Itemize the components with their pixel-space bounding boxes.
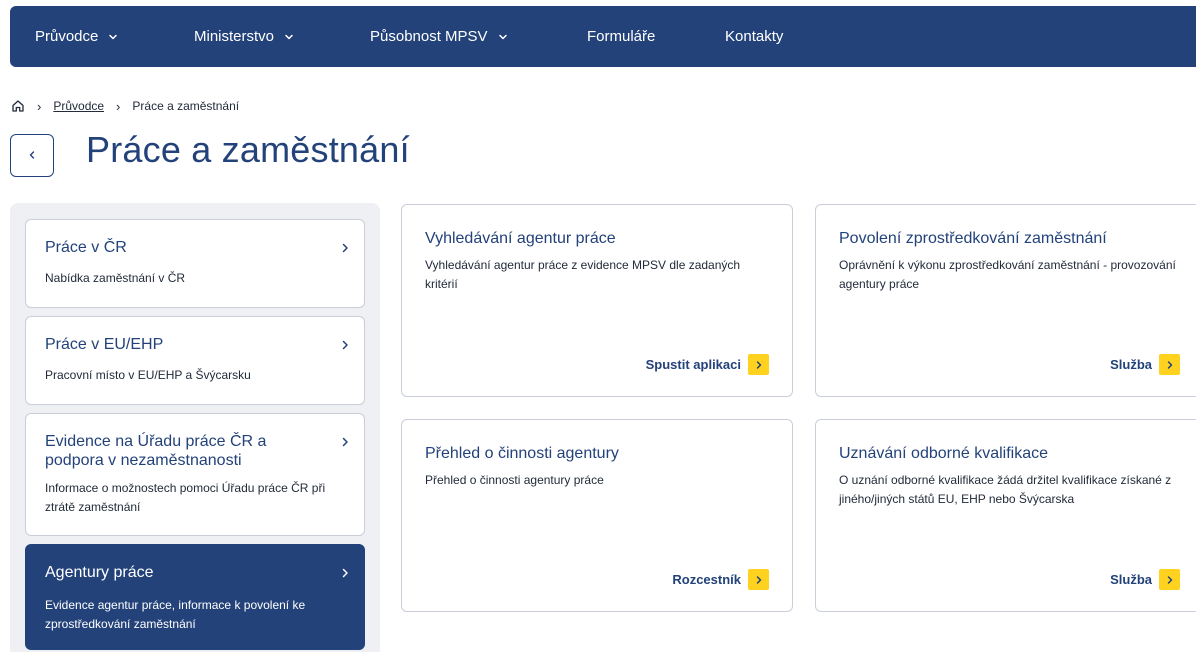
chevron-right-icon: [340, 566, 350, 578]
card-title: Uznávání odborné kvalifikace: [839, 445, 1049, 462]
sidebar-item-title: Evidence na Úřadu práce ČR a podpora v n…: [45, 433, 267, 469]
sidebar-item-description: Evidence agentur práce, informace k povo…: [45, 598, 306, 631]
card-action-link[interactable]: Služba: [1110, 354, 1180, 375]
nav-item-formulare[interactable]: Formuláře: [587, 6, 655, 67]
card-action-label: Služba: [1110, 572, 1152, 587]
chevron-right-icon: [748, 569, 769, 590]
card-prehled-o-cinnosti-agentury: Přehled o činnosti agentury Přehled o či…: [401, 419, 793, 612]
card-description: O uznání odborné kvalifikace žádá držite…: [839, 473, 1172, 506]
sidebar-item-title: Práce v ČR: [45, 239, 127, 256]
chevron-right-icon: [1159, 354, 1180, 375]
nav-item-label: Ministerstvo: [194, 28, 275, 45]
chevron-right-icon: [340, 241, 350, 253]
page-title: Práce a zaměstnání: [86, 129, 410, 170]
chevron-down-icon: [283, 31, 295, 43]
nav-item-label: Působnost MPSV: [370, 28, 488, 45]
sidebar-item-description: Pracovní místo v EU/EHP a Švýcarsku: [45, 368, 251, 382]
card-uznavani-odborne-kvalifikace: Uznávání odborné kvalifikace O uznání od…: [815, 419, 1196, 612]
breadcrumb-separator: ›: [116, 98, 121, 114]
sidebar-item-description: Informace o možnostech pomoci Úřadu prác…: [45, 481, 326, 514]
sidebar-panel: Práce v ČR Nabídka zaměstnání v ČR Práce…: [10, 203, 380, 652]
card-description: Oprávnění k výkonu zprostředkování zaměs…: [839, 258, 1176, 291]
nav-item-pusobnost-mpsv[interactable]: Působnost MPSV: [370, 6, 509, 67]
back-button[interactable]: [10, 134, 54, 177]
chevron-left-icon: [28, 147, 36, 165]
card-povoleni-zprostredkovani: Povolení zprostředkování zaměstnání Oprá…: [815, 204, 1196, 397]
nav-item-label: Kontakty: [725, 28, 784, 45]
sidebar-item-description: Nabídka zaměstnání v ČR: [45, 271, 186, 285]
sidebar-item-evidence-na-uradu-prace[interactable]: Evidence na Úřadu práce ČR a podpora v n…: [25, 413, 365, 536]
chevron-right-icon: [1159, 569, 1180, 590]
card-action-link[interactable]: Služba: [1110, 569, 1180, 590]
sidebar-item-title: Práce v EU/EHP: [45, 336, 164, 353]
card-action-link[interactable]: Spustit aplikaci: [646, 354, 769, 375]
nav-item-label: Průvodce: [35, 28, 99, 45]
card-vyhledavani-agentur-prace: Vyhledávání agentur práce Vyhledávání ag…: [401, 204, 793, 397]
sidebar-item-prace-v-eu-ehp[interactable]: Práce v EU/EHP Pracovní místo v EU/EHP a…: [25, 316, 365, 405]
sidebar-item-agentury-prace[interactable]: Agentury práce Evidence agentur práce, i…: [25, 544, 365, 650]
card-action-label: Rozcestník: [672, 572, 741, 587]
sidebar-item-prace-v-cr[interactable]: Práce v ČR Nabídka zaměstnání v ČR: [25, 219, 365, 308]
breadcrumb-link-pruvodce[interactable]: Průvodce: [53, 99, 104, 113]
chevron-right-icon: [340, 338, 350, 350]
sidebar-item-title: Agentury práce: [45, 564, 154, 581]
card-title: Vyhledávání agentur práce: [425, 230, 616, 247]
nav-item-label: Formuláře: [587, 28, 656, 45]
chevron-right-icon: [748, 354, 769, 375]
breadcrumb: › Průvodce › Práce a zaměstnání: [11, 96, 239, 116]
main-navigation: Průvodce Ministerstvo Působnost MPSV For…: [10, 6, 1196, 67]
nav-item-ministerstvo[interactable]: Ministerstvo: [194, 6, 295, 67]
nav-item-pruvodce[interactable]: Průvodce: [35, 6, 119, 67]
card-action-label: Spustit aplikaci: [645, 357, 741, 372]
card-description: Vyhledávání agentur práce z evidence MPS…: [425, 258, 741, 291]
chevron-right-icon: [340, 435, 350, 447]
breadcrumb-current: Práce a zaměstnání: [132, 99, 240, 113]
chevron-down-icon: [497, 31, 509, 43]
chevron-down-icon: [107, 31, 119, 43]
nav-item-kontakty[interactable]: Kontakty: [725, 6, 783, 67]
card-action-link[interactable]: Rozcestník: [672, 569, 769, 590]
card-action-label: Služba: [1110, 357, 1152, 372]
breadcrumb-separator: ›: [37, 98, 42, 114]
card-description: Přehled o činnosti agentury práce: [425, 473, 604, 487]
home-icon[interactable]: [11, 99, 25, 113]
card-title: Přehled o činnosti agentury: [425, 445, 619, 462]
card-title: Povolení zprostředkování zaměstnání: [839, 230, 1107, 247]
